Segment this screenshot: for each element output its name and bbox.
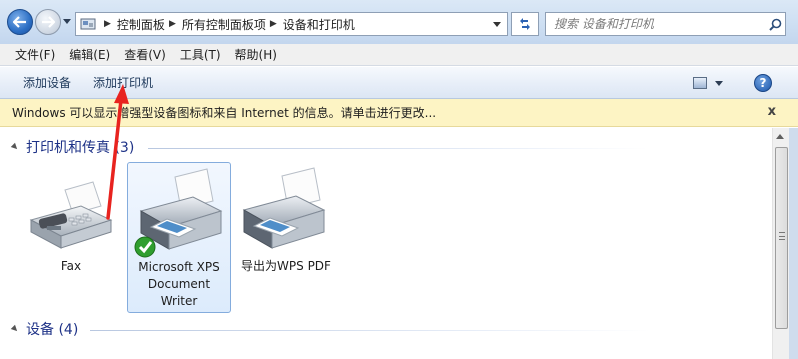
refresh-button[interactable] xyxy=(511,12,539,36)
menu-bar: 文件(F) 编辑(E) 查看(V) 工具(T) 帮助(H) xyxy=(0,44,798,66)
group-divider xyxy=(90,330,650,331)
info-bar-close-button[interactable]: x xyxy=(768,104,776,119)
breadcrumb-separator[interactable]: ▶ xyxy=(270,19,277,29)
printers-group-header[interactable]: 打印机和传真 (3) xyxy=(10,137,135,157)
menu-help[interactable]: 帮助(H) xyxy=(228,45,284,65)
search-input[interactable] xyxy=(546,14,765,34)
collapse-triangle-icon xyxy=(10,142,20,152)
scroll-up-arrow-icon[interactable] xyxy=(776,134,784,139)
command-bar: 添加设备 添加打印机 ? xyxy=(0,67,798,99)
forward-button[interactable] xyxy=(35,9,61,35)
device-label: 导出为WPS PDF xyxy=(241,259,331,273)
back-button[interactable] xyxy=(7,9,33,35)
info-bar[interactable]: Windows 可以显示增强型设备图标和来自 Internet 的信息。请单击进… xyxy=(0,99,798,127)
device-label: Fax xyxy=(60,259,82,273)
address-history-dropdown[interactable] xyxy=(493,22,501,27)
arrow-left-icon xyxy=(13,16,26,28)
grip-icon xyxy=(779,232,785,240)
add-printer-button[interactable]: 添加打印机 xyxy=(82,70,164,96)
printers-group-title: 打印机和传真 (3) xyxy=(26,140,135,156)
group-divider xyxy=(148,148,648,149)
address-toolbar: ▶ 控制面板 ▶ 所有控制面板项 ▶ 设备和打印机 xyxy=(0,0,798,44)
vertical-scrollbar[interactable] xyxy=(772,128,789,359)
printer-icon xyxy=(238,162,334,258)
breadcrumb-separator: ▶ xyxy=(104,19,111,29)
view-options-icon xyxy=(693,77,707,89)
devices-group-title: 设备 (4) xyxy=(26,322,79,338)
window-frame-edge xyxy=(789,128,798,359)
breadcrumb-separator[interactable]: ▶ xyxy=(169,19,176,29)
recent-pages-dropdown[interactable] xyxy=(63,19,71,24)
chevron-down-icon xyxy=(715,80,723,86)
info-bar-message[interactable]: Windows 可以显示增强型设备图标和来自 Internet 的信息。请单击进… xyxy=(12,104,436,121)
control-panel-icon xyxy=(80,15,100,33)
printer-icon xyxy=(131,163,227,259)
device-wps-pdf[interactable]: 导出为WPS PDF xyxy=(236,162,336,280)
add-device-button[interactable]: 添加设备 xyxy=(12,70,82,96)
refresh-icon xyxy=(520,18,530,30)
help-button[interactable]: ? xyxy=(754,74,772,92)
menu-file[interactable]: 文件(F) xyxy=(8,45,62,65)
breadcrumb-devices-printers[interactable]: 设备和打印机 xyxy=(283,16,355,33)
arrow-right-icon xyxy=(42,16,55,28)
devices-content-pane: 打印机和传真 (3) Fax Microsoft XPS Document Wr… xyxy=(0,128,772,359)
fax-icon xyxy=(23,162,119,258)
search-box[interactable] xyxy=(545,12,786,36)
search-icon[interactable] xyxy=(765,18,785,31)
menu-view[interactable]: 查看(V) xyxy=(117,45,173,65)
change-view-button[interactable] xyxy=(693,75,723,91)
devices-group-header[interactable]: 设备 (4) xyxy=(10,319,79,339)
scrollbar-thumb[interactable] xyxy=(775,147,788,329)
device-label: Microsoft XPS Document Writer xyxy=(138,260,220,308)
device-xps-writer[interactable]: Microsoft XPS Document Writer xyxy=(127,162,231,313)
breadcrumb-control-panel[interactable]: 控制面板 xyxy=(117,16,165,33)
menu-tools[interactable]: 工具(T) xyxy=(173,45,228,65)
breadcrumb-all-items[interactable]: 所有控制面板项 xyxy=(182,16,266,33)
menu-edit[interactable]: 编辑(E) xyxy=(62,45,117,65)
device-fax[interactable]: Fax xyxy=(22,162,120,280)
collapse-triangle-icon xyxy=(10,324,20,334)
address-bar[interactable]: ▶ 控制面板 ▶ 所有控制面板项 ▶ 设备和打印机 xyxy=(75,12,508,36)
